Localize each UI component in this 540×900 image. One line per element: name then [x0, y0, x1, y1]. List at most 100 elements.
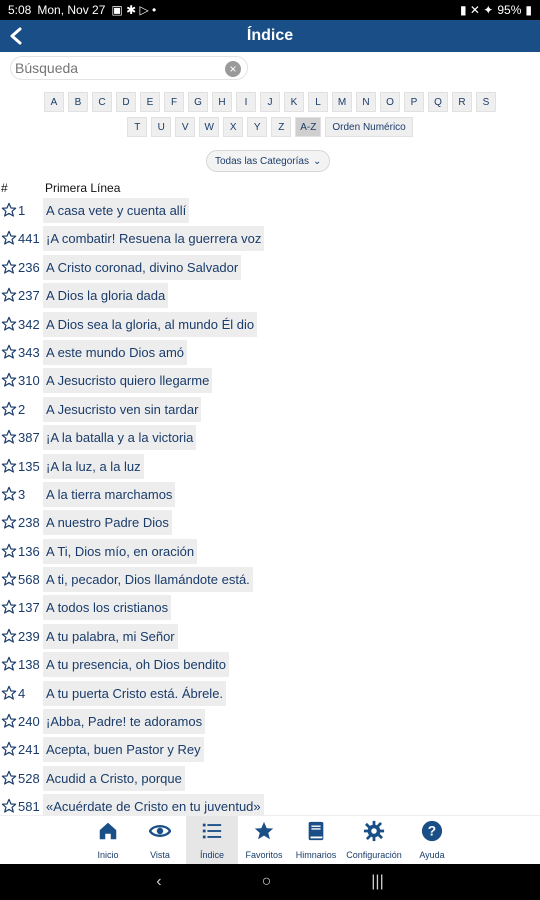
search-input[interactable] [15, 60, 215, 76]
hymn-first-line[interactable]: A tu presencia, oh Dios bendito [43, 652, 229, 678]
letter-filter-y[interactable]: Y [247, 117, 268, 137]
star-outline-icon[interactable] [1, 458, 17, 474]
hymn-first-line[interactable]: A Jesucristo ven sin tardar [43, 396, 202, 422]
list-item[interactable]: 387 ¡A la batalla y a la victoria [0, 424, 540, 452]
system-recents-icon[interactable]: ||| [371, 873, 383, 891]
hymn-first-line[interactable]: ¡A la luz, a la luz [43, 453, 144, 479]
list-item[interactable]: 568 A ti, pecador, Dios llamándote está. [0, 566, 540, 594]
star-outline-icon[interactable] [1, 599, 17, 615]
letter-filter-g[interactable]: G [188, 92, 208, 112]
hymn-first-line[interactable]: A Ti, Dios mío, en oración [43, 538, 198, 564]
list-item[interactable]: 441 ¡A combatir! Resuena la guerrera voz [0, 225, 540, 253]
letter-filter-n[interactable]: N [356, 92, 376, 112]
star-outline-icon[interactable] [1, 486, 17, 502]
list-item[interactable]: 310 A Jesucristo quiero llegarme [0, 367, 540, 395]
letter-filter-q[interactable]: Q [428, 92, 448, 112]
list-item[interactable]: 239 A tu palabra, mi Señor [0, 623, 540, 651]
star-outline-icon[interactable] [1, 713, 17, 729]
star-outline-icon[interactable] [1, 741, 17, 757]
letter-filter-x[interactable]: X [223, 117, 244, 137]
star-outline-icon[interactable] [1, 259, 17, 275]
star-outline-icon[interactable] [1, 429, 17, 445]
list-item[interactable]: 137 A todos los cristianos [0, 594, 540, 622]
list-item[interactable]: 236 A Cristo coronad, divino Salvador [0, 254, 540, 282]
letter-filter-r[interactable]: R [452, 92, 472, 112]
list-item[interactable]: 138 A tu presencia, oh Dios bendito [0, 651, 540, 679]
hymn-first-line[interactable]: A este mundo Dios amó [43, 339, 188, 365]
hymn-first-line[interactable]: Acepta, buen Pastor y Rey [43, 737, 204, 763]
nav-item-list[interactable]: Índice [186, 816, 238, 865]
letter-filter-numeric-order[interactable]: Orden Numérico [325, 117, 413, 137]
letter-filter-u[interactable]: U [151, 117, 172, 137]
letter-filter-f[interactable]: F [164, 92, 184, 112]
letter-filter-j[interactable]: J [260, 92, 280, 112]
hymn-first-line[interactable]: A Dios sea la gloria, al mundo Él dio [43, 311, 258, 337]
letter-filter-m[interactable]: M [332, 92, 352, 112]
letter-filter-i[interactable]: I [236, 92, 256, 112]
letter-filter-s[interactable]: S [476, 92, 496, 112]
letter-filter-h[interactable]: H [212, 92, 232, 112]
letter-filter-o[interactable]: O [380, 92, 400, 112]
list-item[interactable]: 241 Acepta, buen Pastor y Rey [0, 736, 540, 764]
hymn-first-line[interactable]: A ti, pecador, Dios llamándote está. [43, 567, 253, 593]
letter-filter-b[interactable]: B [68, 92, 88, 112]
hymn-first-line[interactable]: ¡Abba, Padre! te adoramos [43, 709, 206, 735]
hymn-first-line[interactable]: A tu puerta Cristo está. Ábrele. [43, 680, 227, 706]
nav-item-gear[interactable]: Configuración [342, 816, 406, 865]
letter-filter-k[interactable]: K [284, 92, 304, 112]
system-back-icon[interactable]: ‹ [156, 873, 161, 891]
letter-filter-w[interactable]: W [199, 117, 220, 137]
hymn-first-line[interactable]: A tu palabra, mi Señor [43, 623, 178, 649]
nav-item-home[interactable]: Inicio [82, 816, 134, 865]
star-outline-icon[interactable] [1, 287, 17, 303]
hymn-first-line[interactable]: A Cristo coronad, divino Salvador [43, 254, 242, 280]
letter-filter-e[interactable]: E [140, 92, 160, 112]
star-outline-icon[interactable] [1, 372, 17, 388]
list-item[interactable]: 528 Acudid a Cristo, porque [0, 765, 540, 793]
hymn-first-line[interactable]: A Jesucristo quiero llegarme [43, 368, 213, 394]
hymn-first-line[interactable]: A la tierra marchamos [43, 481, 176, 507]
star-outline-icon[interactable] [1, 685, 17, 701]
hymn-first-line[interactable]: ¡A la batalla y a la victoria [43, 425, 197, 451]
list-item[interactable]: 343 A este mundo Dios amó [0, 339, 540, 367]
star-outline-icon[interactable] [1, 656, 17, 672]
star-outline-icon[interactable] [1, 230, 17, 246]
hymn-first-line[interactable]: Acudid a Cristo, porque [43, 765, 185, 791]
letter-filter-a[interactable]: A [44, 92, 64, 112]
star-outline-icon[interactable] [1, 798, 17, 814]
star-outline-icon[interactable] [1, 514, 17, 530]
hymn-first-line[interactable]: A Dios la gloria dada [43, 283, 169, 309]
hymn-first-line[interactable]: ¡A combatir! Resuena la guerrera voz [43, 226, 265, 252]
list-item[interactable]: 238 A nuestro Padre Dios [0, 509, 540, 537]
list-item[interactable]: 2 A Jesucristo ven sin tardar [0, 396, 540, 424]
star-outline-icon[interactable] [1, 770, 17, 786]
letter-filter-v[interactable]: V [175, 117, 196, 137]
letter-filter-z[interactable]: Z [271, 117, 292, 137]
clear-icon[interactable]: × [225, 61, 241, 77]
nav-item-star[interactable]: Favoritos [238, 816, 290, 865]
letter-filter-a-z[interactable]: A-Z [295, 117, 322, 137]
list-item[interactable]: 237 A Dios la gloria dada [0, 282, 540, 310]
star-outline-icon[interactable] [1, 316, 17, 332]
hymn-first-line[interactable]: A casa vete y cuenta allí [43, 198, 190, 223]
list-item[interactable]: 136 A Ti, Dios mío, en oración [0, 538, 540, 566]
list-item[interactable]: 240 ¡Abba, Padre! te adoramos [0, 708, 540, 736]
list-item[interactable]: 342 A Dios sea la gloria, al mundo Él dio [0, 311, 540, 339]
letter-filter-l[interactable]: L [308, 92, 328, 112]
letter-filter-t[interactable]: T [127, 117, 148, 137]
list-item[interactable]: 1 A casa vete y cuenta allí [0, 197, 540, 225]
star-outline-icon[interactable] [1, 571, 17, 587]
star-outline-icon[interactable] [1, 202, 17, 218]
nav-item-eye[interactable]: Vista [134, 816, 186, 865]
star-outline-icon[interactable] [1, 543, 17, 559]
letter-filter-d[interactable]: D [116, 92, 136, 112]
system-home-icon[interactable]: ○ [262, 873, 272, 891]
star-outline-icon[interactable] [1, 628, 17, 644]
hymn-first-line[interactable]: A nuestro Padre Dios [43, 510, 172, 536]
categories-dropdown[interactable]: Todas las Categorías ⌄ [206, 150, 331, 172]
letter-filter-p[interactable]: P [404, 92, 424, 112]
hymn-first-line[interactable]: A todos los cristianos [43, 595, 172, 621]
nav-item-book[interactable]: Himnarios [290, 816, 342, 865]
list-item[interactable]: 4 A tu puerta Cristo está. Ábrele. [0, 680, 540, 708]
list-item[interactable]: 3 A la tierra marchamos [0, 481, 540, 509]
